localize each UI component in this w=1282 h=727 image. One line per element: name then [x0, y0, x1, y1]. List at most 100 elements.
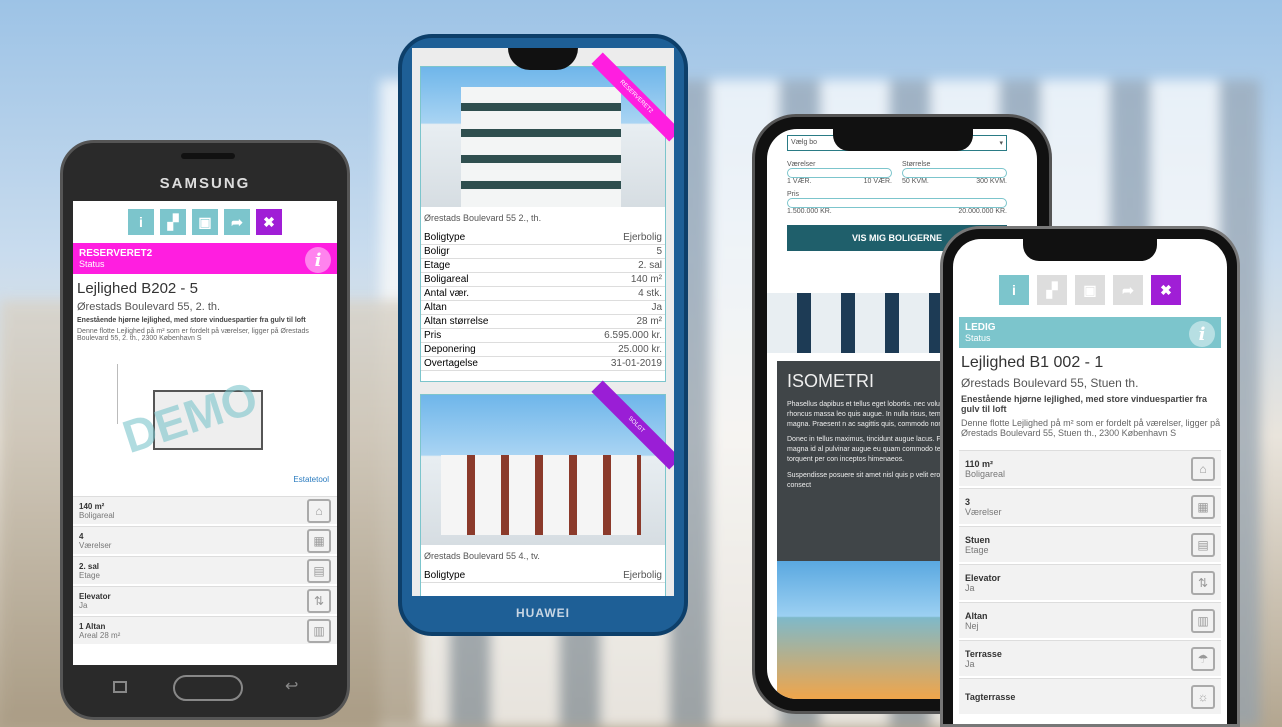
feature-text: Elevator Ja [965, 573, 1001, 593]
house-icon: ⌂ [307, 498, 331, 523]
size-label: Størrelse [902, 161, 931, 168]
price-max: 20.000.000 KR. [958, 208, 1007, 215]
spec-value: Ejerbolig [549, 231, 665, 245]
feature-row: 4 Værelser ▦ [73, 526, 337, 554]
spec-row: Altan størrelse 28 m² [421, 314, 665, 329]
rooms-slider[interactable] [787, 168, 892, 178]
feature-value: 110 m² [965, 458, 994, 469]
spec-value: Ejerbolig [545, 569, 665, 583]
feature-label: Boligareal [965, 468, 1006, 479]
apartment-lead: Enestående hjørne lejlighed, med store v… [77, 317, 306, 324]
balcony-icon: ▥ [1191, 608, 1215, 633]
spec-row: Overtagelse 31-01-2019 [421, 356, 665, 371]
spec-key: Pris [421, 328, 550, 343]
info-circle-icon[interactable]: i [305, 247, 331, 273]
feature-value: Elevator [79, 591, 111, 601]
spec-row: Boligareal 140 m² [421, 272, 665, 287]
info-icon[interactable]: i [128, 209, 154, 235]
spec-row: Antal vær. 4 stk. [421, 286, 665, 301]
close-icon[interactable]: ✖ [256, 209, 282, 235]
floorplan-icon[interactable]: ▞ [160, 209, 186, 235]
estatetool-logo: Estatetool [293, 475, 329, 484]
feature-value: Stuen [965, 534, 991, 545]
spec-row: Boligr 5 [421, 244, 665, 259]
spec-row: Deponering 25.000 kr. [421, 342, 665, 357]
feature-label: Ja [965, 658, 975, 669]
image-icon[interactable]: ▣ [192, 209, 218, 235]
feature-text: Elevator Ja [79, 592, 111, 610]
apartment-title: Lejlighed B202 - 5 [77, 280, 198, 297]
spec-key: Altan [421, 300, 550, 315]
elevator-icon: ⇅ [1191, 570, 1215, 595]
feature-text: Altan Nej [965, 611, 988, 631]
back-icon[interactable]: ↩ [285, 676, 298, 696]
notch [508, 48, 578, 70]
spec-key: Boligtype [421, 231, 550, 245]
floor-icon: ▤ [1191, 532, 1215, 557]
samsung-speaker [181, 153, 235, 159]
huawei-brand: HUAWEI [516, 606, 570, 620]
feature-row: Elevator Ja ⇅ [959, 564, 1221, 600]
feature-value: 4 [79, 531, 84, 541]
feature-row: 1 Altan Areal 28 m² ▥ [73, 616, 337, 644]
spec-key: Etage [421, 258, 550, 273]
feature-label: Etage [79, 570, 100, 580]
huawei-phone: RESERVERET2 Ørestads Boulevard 55 2., th… [398, 34, 688, 636]
spec-row: Boligtype Ejerbolig [421, 231, 665, 245]
spec-key: Boligr [421, 244, 550, 259]
sun-icon: ☼ [1191, 684, 1215, 709]
image-icon[interactable]: ▣ [1075, 275, 1105, 305]
rooms-label: Værelser [787, 161, 816, 168]
spec-value: 31-01-2019 [549, 356, 665, 371]
listing-card-1[interactable]: RESERVERET2 Ørestads Boulevard 55 2., th… [420, 52, 674, 382]
feature-value: 1 Altan [79, 621, 106, 631]
apartment-description: Denne flotte Lejlighed på m² som er ford… [961, 418, 1221, 438]
listing-card-2[interactable]: SOLGT Ørestads Boulevard 55 4., tv. Boli… [420, 380, 674, 596]
feature-row: 140 m² Boligareal ⌂ [73, 496, 337, 524]
price-slider[interactable] [787, 198, 1007, 208]
balcony-icon: ▥ [307, 618, 331, 643]
spec-value: 28 m² [549, 314, 665, 329]
rooms-icon: ▦ [1191, 494, 1215, 519]
apartment-title: Lejlighed B1 002 - 1 [961, 354, 1104, 371]
share-icon[interactable]: ➦ [1113, 275, 1143, 305]
feature-text: 3 Værelser [965, 497, 1002, 517]
feature-label: Nej [965, 620, 979, 631]
status-caption: Status [965, 333, 991, 343]
feature-label: Ja [79, 600, 88, 610]
feature-row: 110 m² Boligareal ⌂ [959, 450, 1221, 486]
feature-label: Boligareal [79, 510, 115, 520]
samsung-phone: SAMSUNG i ▞ ▣ ➦ ✖ RESERVERET2 Status i L… [60, 140, 350, 720]
status-badge: RESERVERET2 Status i [73, 243, 337, 274]
price-min: 1.500.000 KR. [787, 208, 832, 215]
feature-text: 110 m² Boligareal [965, 459, 1005, 479]
spec-key: Altan størrelse [421, 314, 550, 329]
feature-text: 4 Værelser [79, 532, 111, 550]
apartment-address: Ørestads Boulevard 55, 2. th. [77, 301, 221, 313]
floorplan-icon[interactable]: ▞ [1037, 275, 1067, 305]
recent-apps-icon[interactable] [113, 681, 127, 693]
spec-row: Boligtype Ejerbolig [421, 569, 665, 583]
feature-value: Terrasse [965, 648, 1002, 659]
building-photo [777, 561, 953, 699]
spec-row: Altan Ja [421, 300, 665, 315]
share-icon[interactable]: ➦ [224, 209, 250, 235]
house-icon: ⌂ [1191, 456, 1215, 481]
spec-value: 6.595.000 kr. [549, 328, 665, 343]
feature-row: Altan Nej ▥ [959, 602, 1221, 638]
feature-label: Ja [965, 582, 975, 593]
info-icon[interactable]: i [999, 275, 1029, 305]
samsung-home-button[interactable] [173, 675, 243, 701]
spec-key: Antal vær. [421, 286, 550, 301]
building-facade [461, 87, 621, 207]
feature-label: Værelser [965, 506, 1002, 517]
feature-value: 2. sal [79, 561, 100, 571]
close-icon[interactable]: ✖ [1151, 275, 1181, 305]
info-circle-icon[interactable]: i [1189, 321, 1215, 347]
rooms-min: 1 VÆR. [787, 178, 812, 185]
size-slider[interactable] [902, 168, 1007, 178]
spec-key: Boligareal [421, 272, 550, 287]
iphone-front-screen: i ▞ ▣ ➦ ✖ LEDIG Status i Lejlighed B1 00… [953, 239, 1227, 724]
feature-list: 140 m² Boligareal ⌂ 4 Værelser ▦ 2. sal Etage ▤ E… [73, 496, 337, 644]
spec-value: 25.000 kr. [549, 342, 665, 357]
